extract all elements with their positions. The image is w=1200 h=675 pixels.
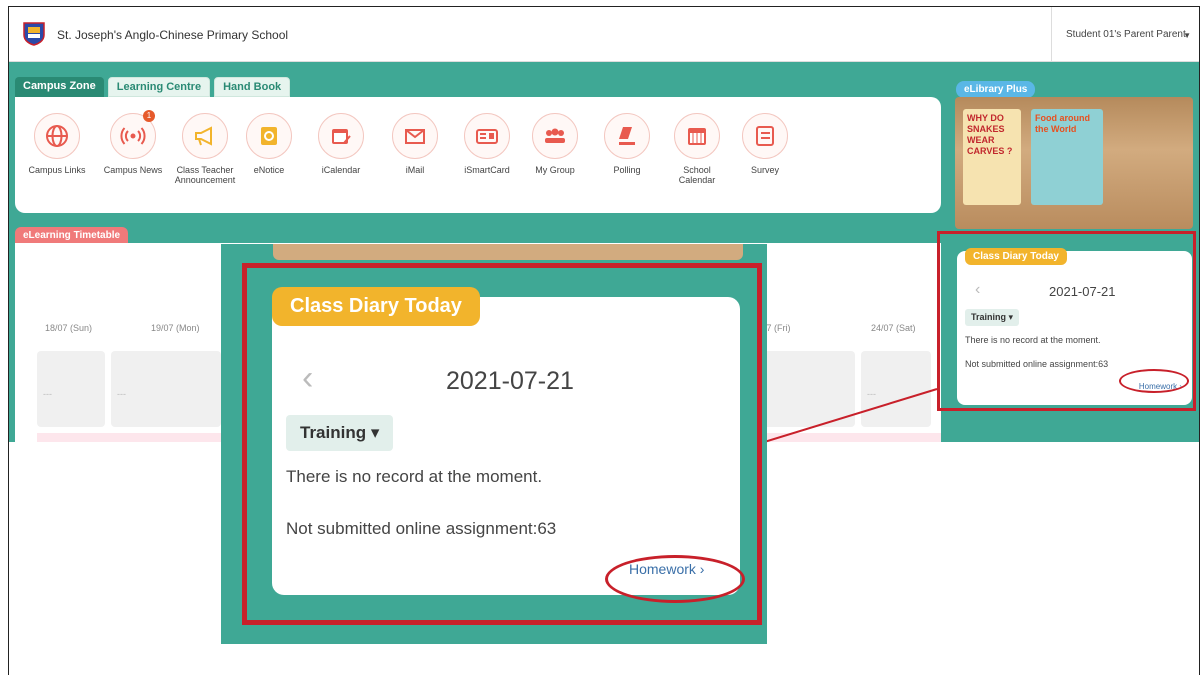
- app-label: Campus Links: [28, 165, 86, 175]
- polling-icon: [619, 127, 635, 145]
- app-enotice[interactable]: eNotice: [237, 113, 301, 175]
- cell-placeholder: ---: [43, 389, 52, 399]
- timetable-cell: ---: [111, 351, 221, 427]
- school-name: St. Joseph's Anglo-Chinese Primary Schoo…: [57, 28, 289, 42]
- campus-zone-panel: Campus Links 1 Campus News Class Teacher…: [15, 97, 941, 213]
- app-survey[interactable]: Survey: [733, 113, 797, 175]
- notice-icon: [261, 127, 277, 145]
- app-my-group[interactable]: My Group: [523, 113, 587, 175]
- school-logo: [23, 22, 45, 46]
- app-icalendar[interactable]: iCalendar: [309, 113, 373, 175]
- app-imail[interactable]: iMail: [383, 113, 447, 175]
- cell-placeholder: ---: [117, 389, 126, 399]
- tab-learning-centre[interactable]: Learning Centre: [107, 77, 211, 97]
- tab-hand-book[interactable]: Hand Book: [214, 77, 291, 97]
- user-menu[interactable]: Student 01's Parent Parent ▼: [1051, 7, 1199, 62]
- callout-line: [760, 388, 938, 444]
- timetable-cell: ---: [37, 351, 105, 427]
- app-label: School Calendar: [678, 165, 716, 185]
- globe-icon: [46, 125, 68, 147]
- tab-campus-zone[interactable]: Campus Zone: [15, 77, 104, 97]
- app-campus-links[interactable]: Campus Links: [25, 113, 89, 175]
- app-campus-news[interactable]: 1 Campus News: [101, 110, 165, 175]
- day-header: 18/07 (Sun): [45, 323, 93, 333]
- user-name: Student 01's Parent Parent: [1066, 29, 1186, 40]
- top-bar: St. Joseph's Anglo-Chinese Primary Schoo…: [9, 7, 1199, 62]
- screenshot-frame: St. Joseph's Anglo-Chinese Primary Schoo…: [8, 6, 1200, 675]
- megaphone-icon: [195, 126, 212, 146]
- app-label: iCalendar: [321, 165, 361, 175]
- elearning-timetable-label: eLearning Timetable: [15, 227, 129, 244]
- app-label: Polling: [613, 165, 641, 175]
- zone-tabs: Campus Zone Learning Centre Hand Book: [15, 77, 291, 97]
- app-label: Survey: [750, 165, 779, 175]
- app-label: Campus News: [103, 165, 163, 175]
- day-header: 19/07 (Mon): [151, 323, 200, 333]
- day-header: 24/07 (Sat): [871, 323, 916, 333]
- app-class-teacher-announcement[interactable]: Class Teacher Announcement: [173, 113, 237, 185]
- app-label: iSmartCard: [464, 165, 510, 175]
- book-cover[interactable]: Food around the World: [1031, 109, 1103, 205]
- group-icon: [545, 128, 565, 143]
- app-label: iMail: [405, 165, 425, 175]
- calendar-edit-icon: [332, 129, 351, 144]
- mail-icon: [405, 129, 425, 144]
- id-card-icon: [476, 129, 498, 144]
- elibrary-label[interactable]: eLibrary Plus: [956, 81, 1036, 98]
- highlight-oval-zoom: [605, 555, 745, 603]
- highlight-oval: [1119, 369, 1189, 393]
- app-polling[interactable]: Polling: [595, 113, 659, 175]
- app-ismartcard[interactable]: iSmartCard: [455, 113, 519, 175]
- broadcast-icon: [120, 127, 146, 145]
- app-label: eNotice: [253, 165, 285, 175]
- app-school-calendar[interactable]: School Calendar: [665, 113, 729, 185]
- app-label: Class Teacher Announcement: [174, 165, 236, 185]
- survey-icon: [756, 126, 774, 146]
- book-title: Food around the World: [1035, 113, 1090, 134]
- zoom-shelf-edge: [273, 244, 743, 260]
- app-label: My Group: [535, 165, 575, 175]
- notification-badge: 1: [143, 110, 155, 122]
- book-title: WHY DO SNAKES WEAR CARVES ?: [967, 113, 1013, 156]
- elibrary-shelf: WHY DO SNAKES WEAR CARVES ? Food around …: [955, 97, 1193, 229]
- book-cover[interactable]: WHY DO SNAKES WEAR CARVES ?: [963, 109, 1021, 205]
- caret-down-icon: ▼: [1183, 31, 1191, 40]
- calendar-icon: [688, 128, 706, 145]
